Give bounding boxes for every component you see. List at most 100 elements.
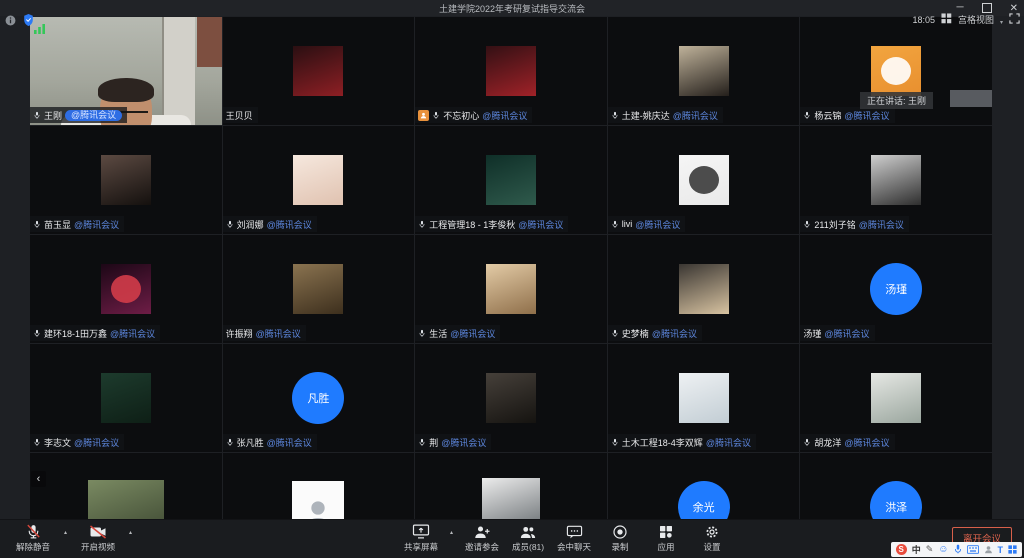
meeting-suffix: @腾讯会议 — [859, 218, 904, 231]
network-signal-icon — [34, 21, 46, 39]
record-button[interactable]: 录制 — [603, 523, 637, 553]
participant-tile[interactable]: 汤瑾汤瑾@腾讯会议 — [800, 235, 992, 343]
ime-person-icon[interactable] — [984, 541, 993, 558]
host-badge-icon — [418, 110, 429, 121]
unmute-button[interactable]: 解除静音 — [16, 523, 50, 553]
participant-tile[interactable]: 苗玉显@腾讯会议 — [30, 126, 222, 234]
participant-tile[interactable]: 胡龙洋@腾讯会议 — [800, 344, 992, 452]
camera-muted-icon — [89, 523, 107, 540]
participant-tile[interactable]: 刘润娜@腾讯会议 — [223, 126, 415, 234]
invite-label: 邀请参会 — [465, 541, 499, 553]
sogou-logo-icon[interactable]: S — [896, 544, 907, 555]
minimize-button[interactable]: ─ — [957, 4, 964, 12]
invite-button[interactable]: 邀请参会 — [465, 523, 499, 553]
mic-icon — [432, 111, 440, 120]
members-label: 成员(81) — [512, 541, 544, 553]
participant-tile[interactable]: 生活@腾讯会议 — [415, 235, 607, 343]
participant-tile[interactable]: 李志文@腾讯会议 — [30, 344, 222, 452]
meeting-suffix: @腾讯会议 — [256, 327, 301, 340]
participant-name: 许振翔 — [226, 327, 253, 340]
view-mode-caret-icon[interactable]: ▾ — [1000, 19, 1003, 26]
ime-mic-icon[interactable] — [954, 541, 962, 558]
participant-tile[interactable]: livi@腾讯会议 — [608, 126, 800, 234]
avatar-initials-circle: 汤瑾 — [870, 263, 922, 315]
meeting-suffix: @腾讯会议 — [74, 218, 119, 231]
meeting-window: 土建学院2022年考研复试指导交流会 ─ ✕ 18:05 宫格视图 ▾ 王刚@腾… — [0, 0, 1024, 558]
ime-keyboard-icon[interactable] — [967, 541, 979, 558]
settings-button[interactable]: 设置 — [695, 523, 729, 553]
apps-button[interactable]: 应用 — [649, 523, 683, 553]
avatar-placeholder-silhouette — [292, 481, 344, 520]
active-speaker-indicator: 正在讲话: 王刚 — [860, 92, 933, 109]
participant-tile[interactable]: 洪泽 — [800, 453, 992, 520]
participant-tile[interactable]: 凡胜张凡胜@腾讯会议 — [223, 344, 415, 452]
participant-tile[interactable]: 余光 — [608, 453, 800, 520]
prev-page-button[interactable]: ‹ — [31, 471, 46, 487]
participant-name: 211刘子铭 — [814, 218, 855, 231]
participant-tile[interactable]: 史梦楠@腾讯会议 — [608, 235, 800, 343]
ime-toolbox-icon[interactable] — [1008, 541, 1017, 558]
mic-icon — [226, 220, 234, 229]
security-shield-icon[interactable] — [23, 13, 34, 31]
members-button[interactable]: 成员(81) — [511, 523, 545, 553]
avatar-woman-portrait-photo — [101, 155, 151, 205]
participant-tile[interactable]: 王刚@腾讯会议 — [30, 17, 222, 125]
participant-tile[interactable]: 工程管理18 - 1李俊秋@腾讯会议 — [415, 126, 607, 234]
participant-tile[interactable] — [30, 453, 222, 520]
view-mode-selector[interactable]: 宫格视图 — [958, 13, 994, 26]
ime-language-mode[interactable]: 中 — [912, 543, 921, 556]
top-right-status: 18:05 宫格视图 ▾ — [912, 13, 1020, 26]
participant-tile[interactable]: 建环18-1田万鑫@腾讯会议 — [30, 235, 222, 343]
participant-name: 胡龙洋 — [814, 436, 841, 449]
ime-pen-icon[interactable]: ✎ — [926, 544, 934, 555]
mic-icon — [33, 220, 41, 229]
participant-tile[interactable]: 不忘初心@腾讯会议 — [415, 17, 607, 125]
avatar-initials-circle: 余光 — [678, 481, 730, 520]
close-button[interactable]: ✕ — [1010, 3, 1018, 14]
chat-button[interactable]: 会中聊天 — [557, 523, 591, 553]
share-screen-button[interactable]: 共享屏幕 — [404, 523, 438, 553]
participant-grid: 王刚@腾讯会议王贝贝不忘初心@腾讯会议土建-姚庆达@腾讯会议杨云锦@腾讯会议苗玉… — [30, 17, 992, 520]
mic-icon — [418, 438, 426, 447]
share-options-caret[interactable]: ▴ — [450, 529, 453, 536]
avatar-red-dance-group-photo — [293, 46, 343, 96]
participant-name: 刘润娜 — [237, 218, 264, 231]
participant-name-label: 生活@腾讯会议 — [415, 325, 500, 341]
participant-tile[interactable]: 土建-姚庆达@腾讯会议 — [608, 17, 800, 125]
video-options-caret[interactable]: ▴ — [129, 529, 132, 536]
participant-name-label: 苗玉显@腾讯会议 — [30, 216, 124, 232]
toolbar-center-group: 共享屏幕 ▴ 邀请参会 成员(81) 会中聊天 录制 应用 — [404, 523, 729, 553]
avatar-ink-wash-sketch — [679, 373, 729, 423]
start-video-label: 开启视频 — [81, 541, 115, 553]
meeting-toolbar: 解除静音 ▴ 开启视频 ▴ 共享屏幕 ▴ 邀请参会 成员(81) — [0, 519, 1024, 558]
ime-toolbar: S 中 ✎ ☺ T — [891, 542, 1022, 557]
mic-icon — [33, 438, 41, 447]
meeting-title: 土建学院2022年考研复试指导交流会 — [439, 2, 585, 15]
avatar-light-illustration — [871, 373, 921, 423]
participant-tile[interactable]: 王贝贝 — [223, 17, 415, 125]
meeting-info-icon[interactable] — [5, 13, 16, 31]
participant-name: 建环18-1田万鑫 — [44, 327, 107, 340]
avatar-person-dark-room-photo — [679, 46, 729, 96]
fullscreen-icon[interactable] — [1009, 13, 1020, 26]
mic-icon — [33, 329, 41, 338]
ime-skin-icon[interactable]: T — [998, 545, 1004, 555]
avatar-husky-dog-photo — [482, 478, 540, 520]
unmute-label: 解除静音 — [16, 541, 50, 553]
meeting-suffix: @腾讯会议 — [65, 110, 122, 121]
participant-tile[interactable]: 土木工程18-4李双辉@腾讯会议 — [608, 344, 800, 452]
participant-tile[interactable] — [223, 453, 415, 520]
ime-emoji-icon[interactable]: ☺ — [938, 545, 948, 555]
maximize-button[interactable] — [982, 3, 992, 13]
mic-icon — [226, 438, 234, 447]
participant-name-label: 211刘子铭 @腾讯会议 — [800, 216, 909, 232]
audio-options-caret[interactable]: ▴ — [64, 529, 67, 536]
participant-tile[interactable] — [415, 453, 607, 520]
participant-tile[interactable]: 211刘子铭 @腾讯会议 — [800, 126, 992, 234]
mic-icon — [418, 329, 426, 338]
participant-tile[interactable]: 许振翔@腾讯会议 — [223, 235, 415, 343]
participant-tile[interactable]: 荆@腾讯会议 — [415, 344, 607, 452]
participant-name: 张凡胜 — [237, 436, 264, 449]
start-video-button[interactable]: 开启视频 — [81, 523, 115, 553]
participant-name-label: 工程管理18 - 1李俊秋@腾讯会议 — [415, 216, 568, 232]
